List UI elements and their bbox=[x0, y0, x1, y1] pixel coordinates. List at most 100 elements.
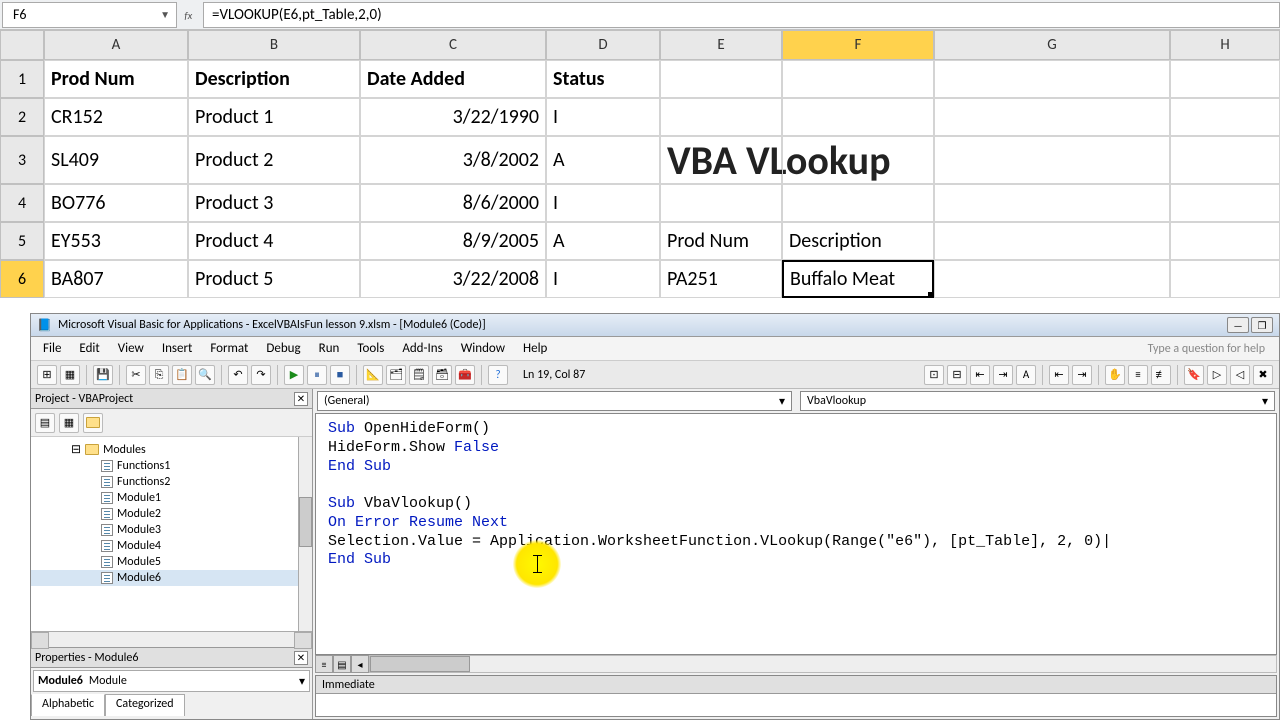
dropdown-icon[interactable]: ▼ bbox=[160, 8, 170, 21]
tree-item-functions1[interactable]: Functions1 bbox=[31, 458, 312, 474]
cell-e4[interactable] bbox=[660, 184, 782, 222]
col-header-e[interactable]: E bbox=[660, 30, 782, 60]
project-tree[interactable]: ⊟ Modules Functions1 Functions2 Module1 … bbox=[31, 437, 312, 631]
tree-item-module6[interactable]: Module6 bbox=[31, 570, 312, 586]
cell-g1[interactable] bbox=[934, 60, 1170, 98]
cell-a4[interactable]: BO776 bbox=[44, 184, 188, 222]
project-explorer-icon[interactable]: 🗂 bbox=[386, 365, 406, 385]
cell-b6[interactable]: Product 5 bbox=[188, 260, 360, 298]
undo-icon[interactable]: ↶ bbox=[228, 365, 248, 385]
view-excel-icon[interactable]: ⊞ bbox=[37, 365, 57, 385]
menu-help[interactable]: Help bbox=[515, 339, 555, 358]
cell-h2[interactable] bbox=[1170, 98, 1280, 136]
name-box[interactable]: F6 ▼ bbox=[2, 2, 177, 28]
code-hscroll-thumb[interactable] bbox=[370, 656, 470, 672]
prev-bookmark-icon[interactable]: ◁ bbox=[1230, 365, 1250, 385]
toolbar-btn-e[interactable]: A bbox=[1016, 365, 1036, 385]
next-bookmark-icon[interactable]: ▷ bbox=[1207, 365, 1227, 385]
row-header-4[interactable]: 4 bbox=[0, 184, 44, 222]
cell-h6[interactable] bbox=[1170, 260, 1280, 298]
col-header-d[interactable]: D bbox=[546, 30, 660, 60]
menu-edit[interactable]: Edit bbox=[71, 339, 107, 358]
cell-g6[interactable] bbox=[934, 260, 1170, 298]
scroll-left-icon[interactable]: ◂ bbox=[351, 655, 369, 673]
view-object-icon[interactable]: ▦ bbox=[59, 413, 79, 433]
tree-vscroll-thumb[interactable] bbox=[299, 497, 312, 547]
cell-g5[interactable] bbox=[934, 222, 1170, 260]
cell-d3[interactable]: A bbox=[546, 136, 660, 184]
help-icon[interactable]: ? bbox=[488, 365, 508, 385]
save-icon[interactable]: 💾 bbox=[93, 365, 113, 385]
formula-bar[interactable]: =VLOOKUP(E6,pt_Table,2,0) bbox=[203, 2, 1280, 28]
cell-a3[interactable]: SL409 bbox=[44, 136, 188, 184]
menu-run[interactable]: Run bbox=[311, 339, 348, 358]
outdent-icon[interactable]: ⇥ bbox=[1072, 365, 1092, 385]
cell-c2[interactable]: 3/22/1990 bbox=[360, 98, 546, 136]
toolbar-btn-b[interactable]: ⊟ bbox=[947, 365, 967, 385]
props-tab-alphabetic[interactable]: Alphabetic bbox=[31, 694, 105, 716]
properties-object-select[interactable]: Module6 Module ▾ bbox=[33, 670, 310, 692]
row-header-1[interactable]: 1 bbox=[0, 60, 44, 98]
row-header-2[interactable]: 2 bbox=[0, 98, 44, 136]
col-header-a[interactable]: A bbox=[44, 30, 188, 60]
cut-icon[interactable]: ✂ bbox=[126, 365, 146, 385]
toolbox-icon[interactable]: 🧰 bbox=[455, 365, 475, 385]
dropdown-icon[interactable]: ▾ bbox=[1262, 394, 1268, 409]
clear-bookmarks-icon[interactable]: ✖ bbox=[1253, 365, 1273, 385]
row-header-6[interactable]: 6 bbox=[0, 260, 44, 298]
cell-g3[interactable] bbox=[934, 136, 1170, 184]
tree-item-functions2[interactable]: Functions2 bbox=[31, 474, 312, 490]
col-header-c[interactable]: C bbox=[360, 30, 546, 60]
cell-g2[interactable] bbox=[934, 98, 1170, 136]
cell-h4[interactable] bbox=[1170, 184, 1280, 222]
code-hscroll[interactable] bbox=[369, 655, 1277, 673]
insert-function-button[interactable]: fx bbox=[179, 3, 203, 27]
cell-a2[interactable]: CR152 bbox=[44, 98, 188, 136]
copy-icon[interactable]: ⎘ bbox=[149, 365, 169, 385]
cell-e3-title[interactable]: VBA VLookup bbox=[660, 136, 782, 184]
menu-tools[interactable]: Tools bbox=[349, 339, 392, 358]
tree-hscroll[interactable] bbox=[31, 631, 312, 647]
cell-h1[interactable] bbox=[1170, 60, 1280, 98]
cell-b1[interactable]: Description bbox=[188, 60, 360, 98]
cell-b5[interactable]: Product 4 bbox=[188, 222, 360, 260]
comment-icon[interactable]: ≡ bbox=[1128, 365, 1148, 385]
col-header-f[interactable]: F bbox=[782, 30, 934, 60]
cell-a1[interactable]: Prod Num bbox=[44, 60, 188, 98]
cell-d2[interactable]: I bbox=[546, 98, 660, 136]
cell-d5[interactable]: A bbox=[546, 222, 660, 260]
tree-item-module3[interactable]: Module3 bbox=[31, 522, 312, 538]
row-header-5[interactable]: 5 bbox=[0, 222, 44, 260]
tree-item-module4[interactable]: Module4 bbox=[31, 538, 312, 554]
cell-a5[interactable]: EY553 bbox=[44, 222, 188, 260]
toolbar-btn-d[interactable]: ⇥ bbox=[993, 365, 1013, 385]
cell-f2[interactable] bbox=[782, 98, 934, 136]
cell-c1[interactable]: Date Added bbox=[360, 60, 546, 98]
cell-c5[interactable]: 8/9/2005 bbox=[360, 222, 546, 260]
cell-f1[interactable] bbox=[782, 60, 934, 98]
redo-icon[interactable]: ↷ bbox=[251, 365, 271, 385]
maximize-button[interactable]: ❐ bbox=[1251, 317, 1273, 333]
row-header-3[interactable]: 3 bbox=[0, 136, 44, 184]
col-header-g[interactable]: G bbox=[934, 30, 1170, 60]
dropdown-icon[interactable]: ▾ bbox=[299, 674, 305, 689]
close-project-pane-icon[interactable]: ✕ bbox=[294, 392, 308, 406]
toolbar-btn-a[interactable]: ⊡ bbox=[924, 365, 944, 385]
cell-c4[interactable]: 8/6/2000 bbox=[360, 184, 546, 222]
cell-d6[interactable]: I bbox=[546, 260, 660, 298]
design-mode-icon[interactable]: 📐 bbox=[363, 365, 383, 385]
cell-c3[interactable]: 3/8/2002 bbox=[360, 136, 546, 184]
code-editor[interactable]: Sub OpenHideForm() HideForm.Show False E… bbox=[315, 413, 1277, 655]
tree-item-module1[interactable]: Module1 bbox=[31, 490, 312, 506]
find-icon[interactable]: 🔍 bbox=[195, 365, 215, 385]
minus-icon[interactable]: ⊟ bbox=[71, 442, 81, 457]
insert-module-icon[interactable]: ▦ bbox=[60, 365, 80, 385]
properties-icon[interactable]: 🗒 bbox=[409, 365, 429, 385]
toolbar-btn-c[interactable]: ⇤ bbox=[970, 365, 990, 385]
cell-f4[interactable] bbox=[782, 184, 934, 222]
menu-format[interactable]: Format bbox=[202, 339, 256, 358]
cell-e6[interactable]: PA251 bbox=[660, 260, 782, 298]
immediate-window[interactable]: Immediate bbox=[315, 675, 1277, 717]
tree-vscroll[interactable] bbox=[298, 437, 312, 631]
dropdown-icon[interactable]: ▾ bbox=[779, 394, 785, 409]
